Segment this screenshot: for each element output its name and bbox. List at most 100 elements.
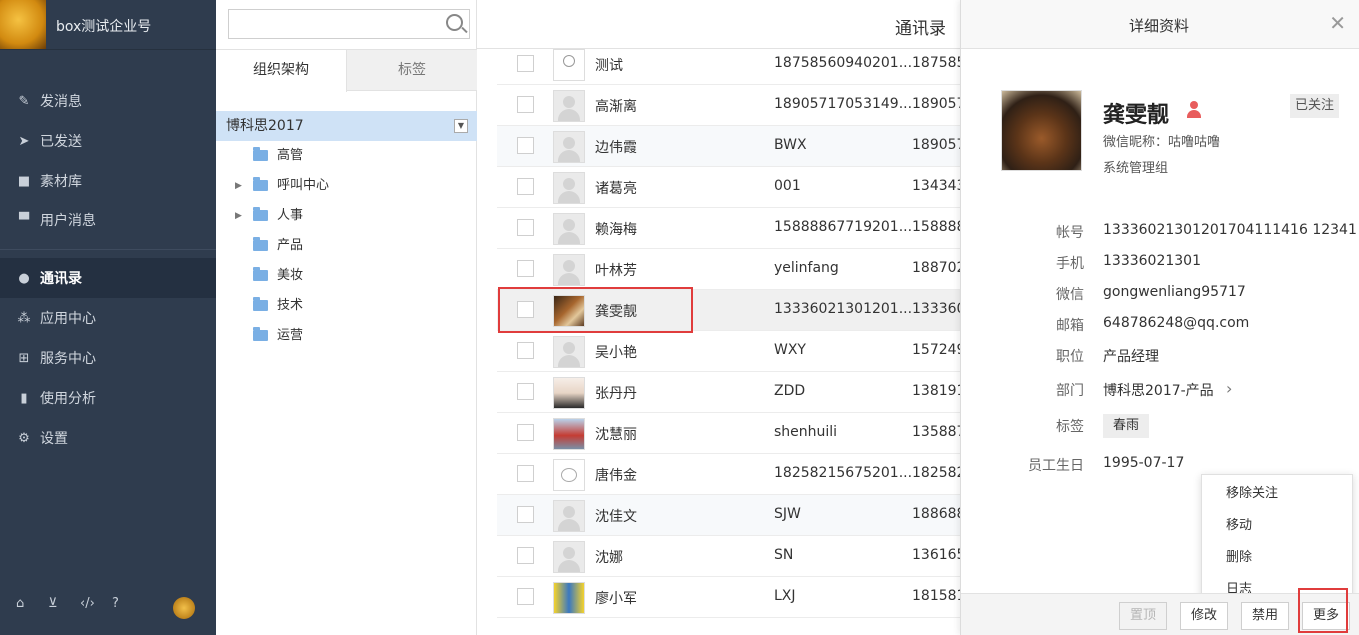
table-row[interactable]: 唐伟金 18258215675201... 182582 (497, 454, 965, 495)
dept-label: 产品 (277, 238, 304, 253)
menu-item-delete[interactable]: 删除 (1226, 546, 1252, 565)
table-row[interactable]: 沈佳文 SJW 188688 (497, 495, 965, 536)
nav-materials[interactable]: ■ 素材库 (0, 161, 216, 201)
chevron-down-icon[interactable]: ▼ (454, 119, 468, 133)
avatar[interactable] (173, 597, 195, 619)
row-checkbox[interactable] (517, 506, 534, 523)
member-name: 张丹丹 (595, 386, 637, 402)
member-account: SJW (774, 506, 801, 522)
help-icon[interactable]: ? (112, 596, 119, 611)
nav-send-message[interactable]: ✎ 发消息 (0, 81, 216, 121)
dept-item[interactable]: 运营 (216, 321, 477, 351)
row-checkbox[interactable] (517, 465, 534, 482)
table-row[interactable]: 沈娜 SN 136165 (497, 536, 965, 577)
row-checkbox[interactable] (517, 219, 534, 236)
nav-label: 服务中心 (40, 351, 96, 367)
member-name: 沈佳文 (595, 509, 637, 525)
chevron-right-icon[interactable]: › (1226, 379, 1232, 398)
tab-org-structure[interactable]: 组织架构 (216, 50, 347, 92)
member-phone: 133360 (912, 301, 966, 317)
row-checkbox[interactable] (517, 260, 534, 277)
table-row[interactable]: 赖海梅 15888867719201... 158888 (497, 208, 965, 249)
member-phone: 182582 (912, 465, 966, 481)
home-icon[interactable]: ⌂ (16, 596, 24, 611)
member-phone: 189057 (912, 96, 966, 112)
nav-contacts[interactable]: ● 通讯录 (0, 258, 216, 298)
tab-tags[interactable]: 标签 (347, 50, 477, 92)
expand-arrow-icon[interactable]: ▶ (235, 171, 242, 201)
dept-item[interactable]: ▶ 人事 (216, 201, 477, 231)
member-account: LXJ (774, 588, 796, 604)
menu-item-unfollow[interactable]: 移除关注 (1226, 482, 1278, 501)
table-row[interactable]: 边伟霞 BWX 189057 (497, 126, 965, 167)
row-checkbox[interactable] (517, 96, 534, 113)
table-row[interactable]: 高渐离 18905717053149... 189057 (497, 85, 965, 126)
folder-icon (253, 297, 268, 311)
table-row[interactable]: 吴小艳 WXY 157249 (497, 331, 965, 372)
edit-button[interactable]: 修改 (1180, 602, 1229, 630)
tag-chip: 春雨 (1103, 414, 1150, 438)
table-row[interactable]: 叶林芳 yelinfang 188702 (497, 249, 965, 290)
nav-app-center[interactable]: ⁂ 应用中心 (0, 298, 216, 338)
row-checkbox[interactable] (517, 547, 534, 564)
table-row[interactable]: 测试 18758560940201... 187585 (497, 44, 965, 85)
row-checkbox[interactable] (517, 342, 534, 359)
search-box[interactable] (228, 9, 470, 39)
nav-divider (0, 249, 216, 250)
nav-analytics[interactable]: ▮ 使用分析 (0, 378, 216, 418)
menu-item-move[interactable]: 移动 (1226, 514, 1252, 533)
member-phone: 158888 (912, 219, 966, 235)
nav-settings[interactable]: ⚙ 设置 (0, 418, 216, 458)
disable-button[interactable]: 禁用 (1241, 602, 1290, 630)
dept-label: 美妆 (277, 268, 304, 283)
dept-label: 技术 (277, 298, 304, 313)
page-title: 通讯录 (895, 19, 946, 39)
nav-label: 已发送 (40, 134, 82, 150)
row-checkbox[interactable] (517, 137, 534, 154)
row-checkbox[interactable] (517, 178, 534, 195)
profile-group: 系统管理组 (1103, 161, 1169, 176)
pin-button[interactable]: 置顶 (1119, 602, 1168, 630)
nav-user-messages[interactable]: ▀ 用户消息 (0, 200, 216, 240)
avatar (553, 254, 585, 286)
table-row[interactable]: 廖小军 LXJ 181581 (497, 577, 965, 618)
member-phone: 138191 (912, 383, 966, 399)
row-checkbox[interactable] (517, 424, 534, 441)
member-name: 叶林芳 (595, 263, 637, 279)
close-icon[interactable]: ✕ (1329, 11, 1346, 35)
table-row[interactable]: 张丹丹 ZDD 138191 (497, 372, 965, 413)
dept-item[interactable]: 美妆 (216, 261, 477, 291)
field-value-mobile: 13336021301 (1103, 253, 1201, 269)
expand-arrow-icon[interactable]: ▶ (235, 201, 242, 231)
dept-item[interactable]: ▶ 呼叫中心 (216, 171, 477, 201)
chat-icon: ▀ (19, 212, 29, 228)
table-row[interactable]: 沈慧丽 shenhuili 135887 (497, 413, 965, 454)
avatar (553, 336, 585, 368)
cart-icon[interactable]: ⊻ (48, 596, 58, 611)
company-logo (0, 0, 46, 49)
code-icon[interactable]: ‹/› (80, 596, 95, 611)
org-root[interactable]: 博科思2017 ▼ (216, 111, 477, 141)
selection-highlight (498, 287, 693, 333)
dept-item[interactable]: 产品 (216, 231, 477, 261)
row-checkbox[interactable] (517, 588, 534, 605)
dept-label: 呼叫中心 (277, 178, 330, 193)
table-row[interactable]: 诸葛亮 001 134343 (497, 167, 965, 208)
field-value-department[interactable]: 博科思2017-产品 (1103, 380, 1214, 400)
nav-sent[interactable]: ➤ 已发送 (0, 121, 216, 161)
avatar (553, 459, 585, 491)
field-label: 标签 (1056, 419, 1084, 435)
folder-icon (253, 177, 268, 191)
field-label: 员工生日 (1028, 458, 1084, 474)
dept-item[interactable]: 高管 (216, 141, 477, 171)
member-account: BWX (774, 137, 807, 153)
bar-chart-icon: ▮ (20, 390, 28, 406)
row-checkbox[interactable] (517, 383, 534, 400)
field-value-birthday: 1995-07-17 (1103, 455, 1185, 471)
row-checkbox[interactable] (517, 55, 534, 72)
dept-item[interactable]: 技术 (216, 291, 477, 321)
avatar (553, 500, 585, 532)
folder-icon (253, 267, 268, 281)
search-icon[interactable] (446, 14, 463, 31)
nav-service-center[interactable]: ⊞ 服务中心 (0, 338, 216, 378)
